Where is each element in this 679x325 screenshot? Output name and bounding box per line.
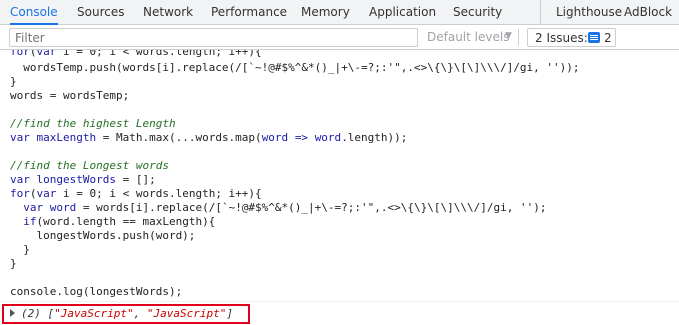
console-message-divider [0,301,679,302]
tab-separator [540,0,541,25]
code-line: var word = words[i].replace(/[`~!@#$%^&*… [23,201,547,214]
issue-message-icon [588,32,600,43]
code-line: } [10,75,17,88]
tab-sources[interactable]: Sources [77,0,124,24]
tab-lighthouse[interactable]: Lighthouse [556,0,622,24]
console-filter-bar: Default levels ▼ 2 Issues: 2 [0,25,679,50]
code-line: console.log(longestWords); [10,285,183,298]
code-line: } [10,257,17,270]
code-line: var maxLength = Math.max(...words.map(wo… [10,131,408,144]
filter-input[interactable] [9,28,418,47]
red-highlight-box [2,304,250,324]
code-comment: //find the Longest words [10,159,169,172]
issues-count: 2 [604,31,612,45]
tab-adblock[interactable]: AdBlock [624,0,672,24]
tab-application[interactable]: Application [369,0,436,24]
toolbar-divider [518,29,519,46]
issues-label: 2 Issues: [535,31,588,45]
code-line: for(var i = 0; i < words.length; i++){ [10,187,262,200]
tab-memory[interactable]: Memory [301,0,350,24]
devtools-tab-bar: Console Sources Network Performance Memo… [0,0,679,25]
code-line: var longestWords = []; [10,173,156,186]
code-line: words = wordsTemp; [10,89,130,102]
chevron-down-icon: ▼ [505,31,512,41]
code-line: longestWords.push(word); [10,229,196,242]
tab-console[interactable]: Console [10,0,58,25]
console-output-area: for(var i = 0; i < words.length; i++){ w… [0,50,679,325]
code-comment: //find the highest Length [10,117,176,130]
code-line: if(word.length == maxLength){ [23,215,216,228]
code-line: } [10,243,30,256]
code-line: for(var i = 0; i < words.length; i++){ [10,50,262,58]
tab-security[interactable]: Security [453,0,502,24]
default-levels-dropdown[interactable]: Default levels [427,30,509,44]
code-line: wordsTemp.push(words[i].replace(/[`~!@#$… [10,61,580,74]
tab-performance[interactable]: Performance [211,0,287,24]
issues-button[interactable]: 2 Issues: 2 [527,28,616,47]
tab-network[interactable]: Network [143,0,193,24]
